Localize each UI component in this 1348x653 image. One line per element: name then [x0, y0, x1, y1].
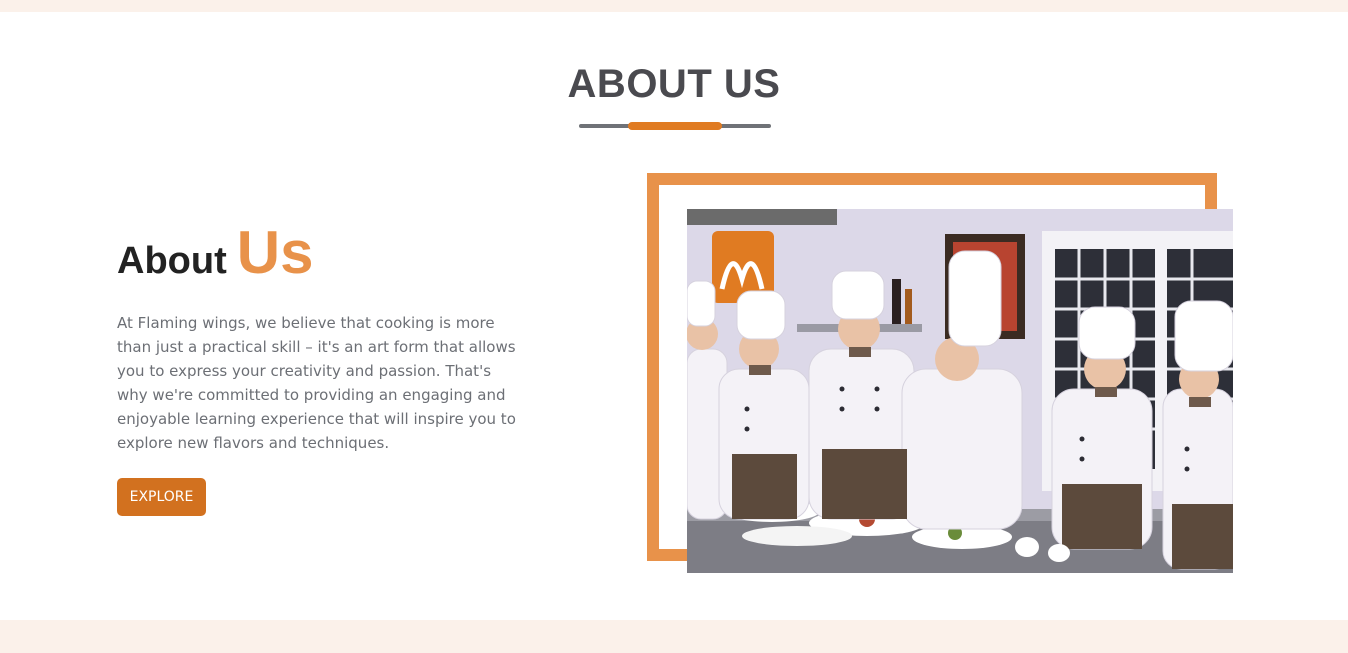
- about-heading: About Us: [117, 218, 313, 287]
- bottom-section-band: [0, 620, 1348, 653]
- about-description: At Flaming wings, we believe that cookin…: [117, 314, 516, 452]
- title-underline-accent: [628, 122, 722, 130]
- chefs-photo: [687, 209, 1233, 573]
- top-section-band: [0, 0, 1348, 12]
- section-title: ABOUT US: [567, 62, 781, 106]
- about-heading-word2: Us: [236, 219, 314, 286]
- about-heading-word1: About: [117, 240, 227, 282]
- explore-button[interactable]: EXPLORE: [117, 478, 206, 516]
